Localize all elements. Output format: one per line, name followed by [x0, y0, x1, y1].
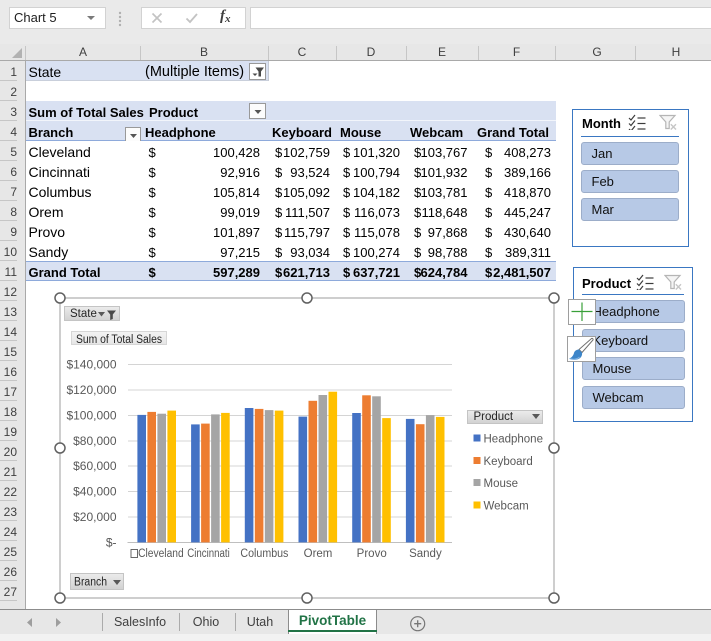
svg-text:Mouse: Mouse	[484, 478, 519, 490]
svg-text:$100,000: $100,000	[66, 409, 116, 423]
svg-text:$80,000: $80,000	[73, 434, 117, 448]
svg-text:Sandy: Sandy	[409, 548, 442, 560]
svg-text:$60,000: $60,000	[73, 459, 117, 473]
svg-text:Provo: Provo	[357, 548, 387, 560]
svg-text:$20,000: $20,000	[73, 510, 117, 524]
svg-text:$140,000: $140,000	[66, 358, 116, 372]
svg-text:Branch: Branch	[74, 577, 107, 589]
svg-text:Keyboard: Keyboard	[484, 456, 533, 468]
svg-text:Cleveland: Cleveland	[138, 548, 184, 560]
svg-text:$40,000: $40,000	[73, 485, 117, 499]
svg-text:Webcam: Webcam	[484, 501, 529, 513]
svg-text:Headphone: Headphone	[484, 434, 543, 446]
svg-text:Orem: Orem	[304, 548, 333, 560]
svg-text:Sum of Total Sales: Sum of Total Sales	[76, 334, 162, 345]
svg-text:Columbus: Columbus	[240, 548, 288, 560]
svg-text:$120,000: $120,000	[66, 383, 116, 397]
svg-text:$-: $-	[106, 536, 117, 550]
svg-text:Cincinnati: Cincinnati	[187, 548, 230, 560]
